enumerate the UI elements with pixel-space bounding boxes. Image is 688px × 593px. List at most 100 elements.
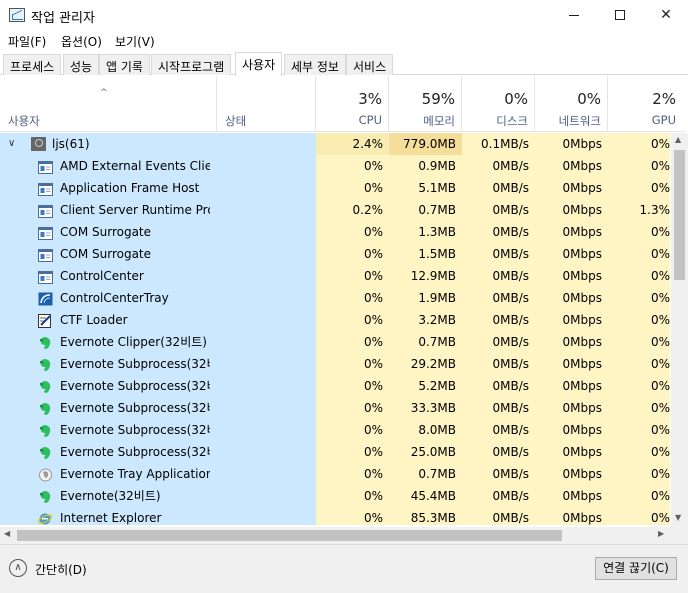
column-header-cpu[interactable]: 3% CPU	[316, 76, 389, 132]
table-row[interactable]: Evernote Tray Application(...0%0.7MB0MB/…	[0, 463, 670, 485]
process-name: Internet Explorer	[60, 511, 162, 525]
scrollbar-corner	[671, 527, 688, 544]
vertical-scroll-thumb[interactable]	[674, 150, 685, 280]
process-disk: 0MB/s	[462, 221, 535, 243]
process-disk: 0MB/s	[462, 287, 535, 309]
user-row[interactable]: ∨ ljs(61) 2.4% 779.0MB 0.1MB/s 0Mbps 0%	[0, 133, 670, 155]
tab-services[interactable]: 서비스	[346, 54, 394, 75]
process-gpu: 0%	[608, 375, 670, 397]
process-cpu: 0%	[316, 243, 389, 265]
disconnect-button[interactable]: 연결 끊기(C)	[595, 557, 677, 580]
table-row[interactable]: Evernote Clipper(32비트) 0% 0.7MB 0MB/s 0Mbps 0…	[0, 331, 670, 353]
evernote-icon	[38, 335, 53, 349]
close-button[interactable]: ✕	[643, 0, 688, 31]
process-disk: 0MB/s	[462, 419, 535, 441]
evernote-icon	[38, 357, 53, 371]
scroll-right-icon[interactable]: ▶	[658, 529, 664, 538]
scroll-down-icon[interactable]: ▼	[675, 513, 681, 522]
table-row[interactable]: COM Surrogate 0% 1.3MB 0MB/s 0Mbps 0%	[0, 221, 670, 243]
scroll-left-icon[interactable]: ◀	[4, 529, 10, 538]
process-disk: 0MB/s	[462, 441, 535, 463]
table-row[interactable]: Evernote Subprocess(32비...0%25.0MB0MB/s0…	[0, 441, 670, 463]
table-row[interactable]: Evernote(32비트) 0% 45.4MB 0MB/s 0Mbps 0%	[0, 485, 670, 507]
process-name: Evernote Subprocess(32비...	[60, 445, 210, 459]
process-name-cell: Evernote Tray Application(...	[0, 463, 316, 485]
horizontal-scroll-thumb[interactable]	[17, 530, 562, 541]
vertical-scrollbar[interactable]: ▲ ▼	[671, 133, 688, 527]
process-memory: 0.7MB	[389, 463, 462, 485]
table-row[interactable]: CTF Loader 0% 3.2MB 0MB/s 0Mbps 0%	[0, 309, 670, 331]
table-row[interactable]: Evernote Subprocess(32비...0%29.2MB0MB/s0…	[0, 353, 670, 375]
table-row[interactable]: ControlCenter 0% 12.9MB 0MB/s 0Mbps 0%	[0, 265, 670, 287]
process-gpu: 0%	[608, 441, 670, 463]
evernote-icon	[38, 423, 53, 437]
process-cpu: 0%	[316, 485, 389, 507]
process-network: 0Mbps	[535, 221, 608, 243]
evernote-icon	[38, 401, 53, 415]
user-avatar-icon	[31, 137, 46, 151]
process-cpu: 0%	[316, 331, 389, 353]
minimize-button[interactable]	[551, 0, 597, 31]
process-cpu: 0%	[316, 155, 389, 177]
table-row[interactable]: Application Frame Host 0% 5.1MB 0MB/s 0Mbps 0…	[0, 177, 670, 199]
process-network: 0Mbps	[535, 265, 608, 287]
scroll-up-icon[interactable]: ▲	[675, 135, 681, 144]
process-memory: 85.3MB	[389, 507, 462, 525]
chevron-up-circle-icon[interactable]: ∧	[9, 559, 27, 577]
tab-details[interactable]: 세부 정보	[284, 54, 346, 75]
gpu-total-pct: 2%	[652, 90, 676, 108]
process-table: ∨ ljs(61) 2.4% 779.0MB 0.1MB/s 0Mbps 0% …	[0, 133, 670, 525]
process-gpu: 0%	[608, 221, 670, 243]
column-header-user[interactable]: ^ 사용자	[0, 76, 217, 132]
process-cpu: 0%	[316, 441, 389, 463]
process-network: 0Mbps	[535, 463, 608, 485]
column-label-memory: 메모리	[423, 114, 455, 128]
tab-users[interactable]: 사용자	[235, 52, 283, 76]
process-cpu: 0%	[316, 419, 389, 441]
table-row[interactable]: ControlCenterTray 0% 1.9MB 0MB/s 0Mbps 0%	[0, 287, 670, 309]
cpu-total-pct: 3%	[358, 90, 382, 108]
menu-options[interactable]: 옵션(O)	[61, 33, 102, 50]
process-name: ControlCenterTray	[60, 291, 169, 305]
tab-performance[interactable]: 성능	[63, 54, 100, 75]
horizontal-scrollbar[interactable]: ◀ ▶	[0, 527, 671, 544]
process-name: Evernote Tray Application(...	[60, 467, 210, 481]
column-header-gpu[interactable]: 2% GPU	[608, 76, 686, 132]
tab-startup[interactable]: 시작프로그램	[151, 54, 232, 75]
fewer-details-link[interactable]: 간단히(D)	[35, 561, 87, 578]
process-name: Evernote Subprocess(32비...	[60, 357, 210, 371]
column-header-status[interactable]: 상태	[217, 76, 316, 132]
column-label-network: 네트워크	[558, 114, 601, 128]
column-header-disk[interactable]: 0% 디스크	[462, 76, 535, 132]
process-name: Evernote(32비트)	[60, 489, 161, 503]
process-memory: 33.3MB	[389, 397, 462, 419]
column-label-disk: 디스크	[496, 114, 528, 128]
chevron-down-icon[interactable]: ∨	[8, 133, 15, 155]
menu-bar: 파일(F) 옵션(O) 보기(V)	[0, 31, 688, 52]
table-row[interactable]: Evernote Subprocess(32비...0%8.0MB0MB/s0M…	[0, 419, 670, 441]
process-name-cell: Evernote Subprocess(32비...	[0, 353, 316, 375]
process-network: 0Mbps	[535, 177, 608, 199]
maximize-button[interactable]	[597, 0, 643, 31]
internet-explorer-icon	[37, 511, 53, 525]
column-header-memory[interactable]: 59% 메모리	[389, 76, 462, 132]
table-row[interactable]: AMD External Events Clie... 0% 0.9MB 0MB/s 0…	[0, 155, 670, 177]
process-name: COM Surrogate	[60, 247, 152, 261]
table-row[interactable]: Internet Explorer 0% 85.3MB 0MB/s 0Mbps 0%	[0, 507, 670, 525]
tab-app-history[interactable]: 앱 기록	[99, 54, 150, 75]
table-row[interactable]: COM Surrogate 0% 1.5MB 0MB/s 0Mbps 0%	[0, 243, 670, 265]
table-row[interactable]: Evernote Subprocess(32비...0%5.2MB0MB/s0M…	[0, 375, 670, 397]
process-name-cell: Client Server Runtime Pro...	[0, 199, 316, 221]
table-row[interactable]: Client Server Runtime Pro... 0.2% 0.7MB 0MB…	[0, 199, 670, 221]
column-header-network[interactable]: 0% 네트워크	[535, 76, 608, 132]
process-name-cell: ControlCenter	[0, 265, 316, 287]
process-memory: 3.2MB	[389, 309, 462, 331]
evernote-icon	[38, 445, 53, 459]
tab-processes[interactable]: 프로세스	[3, 54, 62, 75]
menu-view[interactable]: 보기(V)	[115, 33, 155, 50]
process-cpu: 0%	[316, 287, 389, 309]
process-network: 0Mbps	[535, 155, 608, 177]
window-icon	[38, 159, 53, 174]
table-row[interactable]: Evernote Subprocess(32비...0%33.3MB0MB/s0…	[0, 397, 670, 419]
menu-file[interactable]: 파일(F)	[8, 33, 46, 50]
